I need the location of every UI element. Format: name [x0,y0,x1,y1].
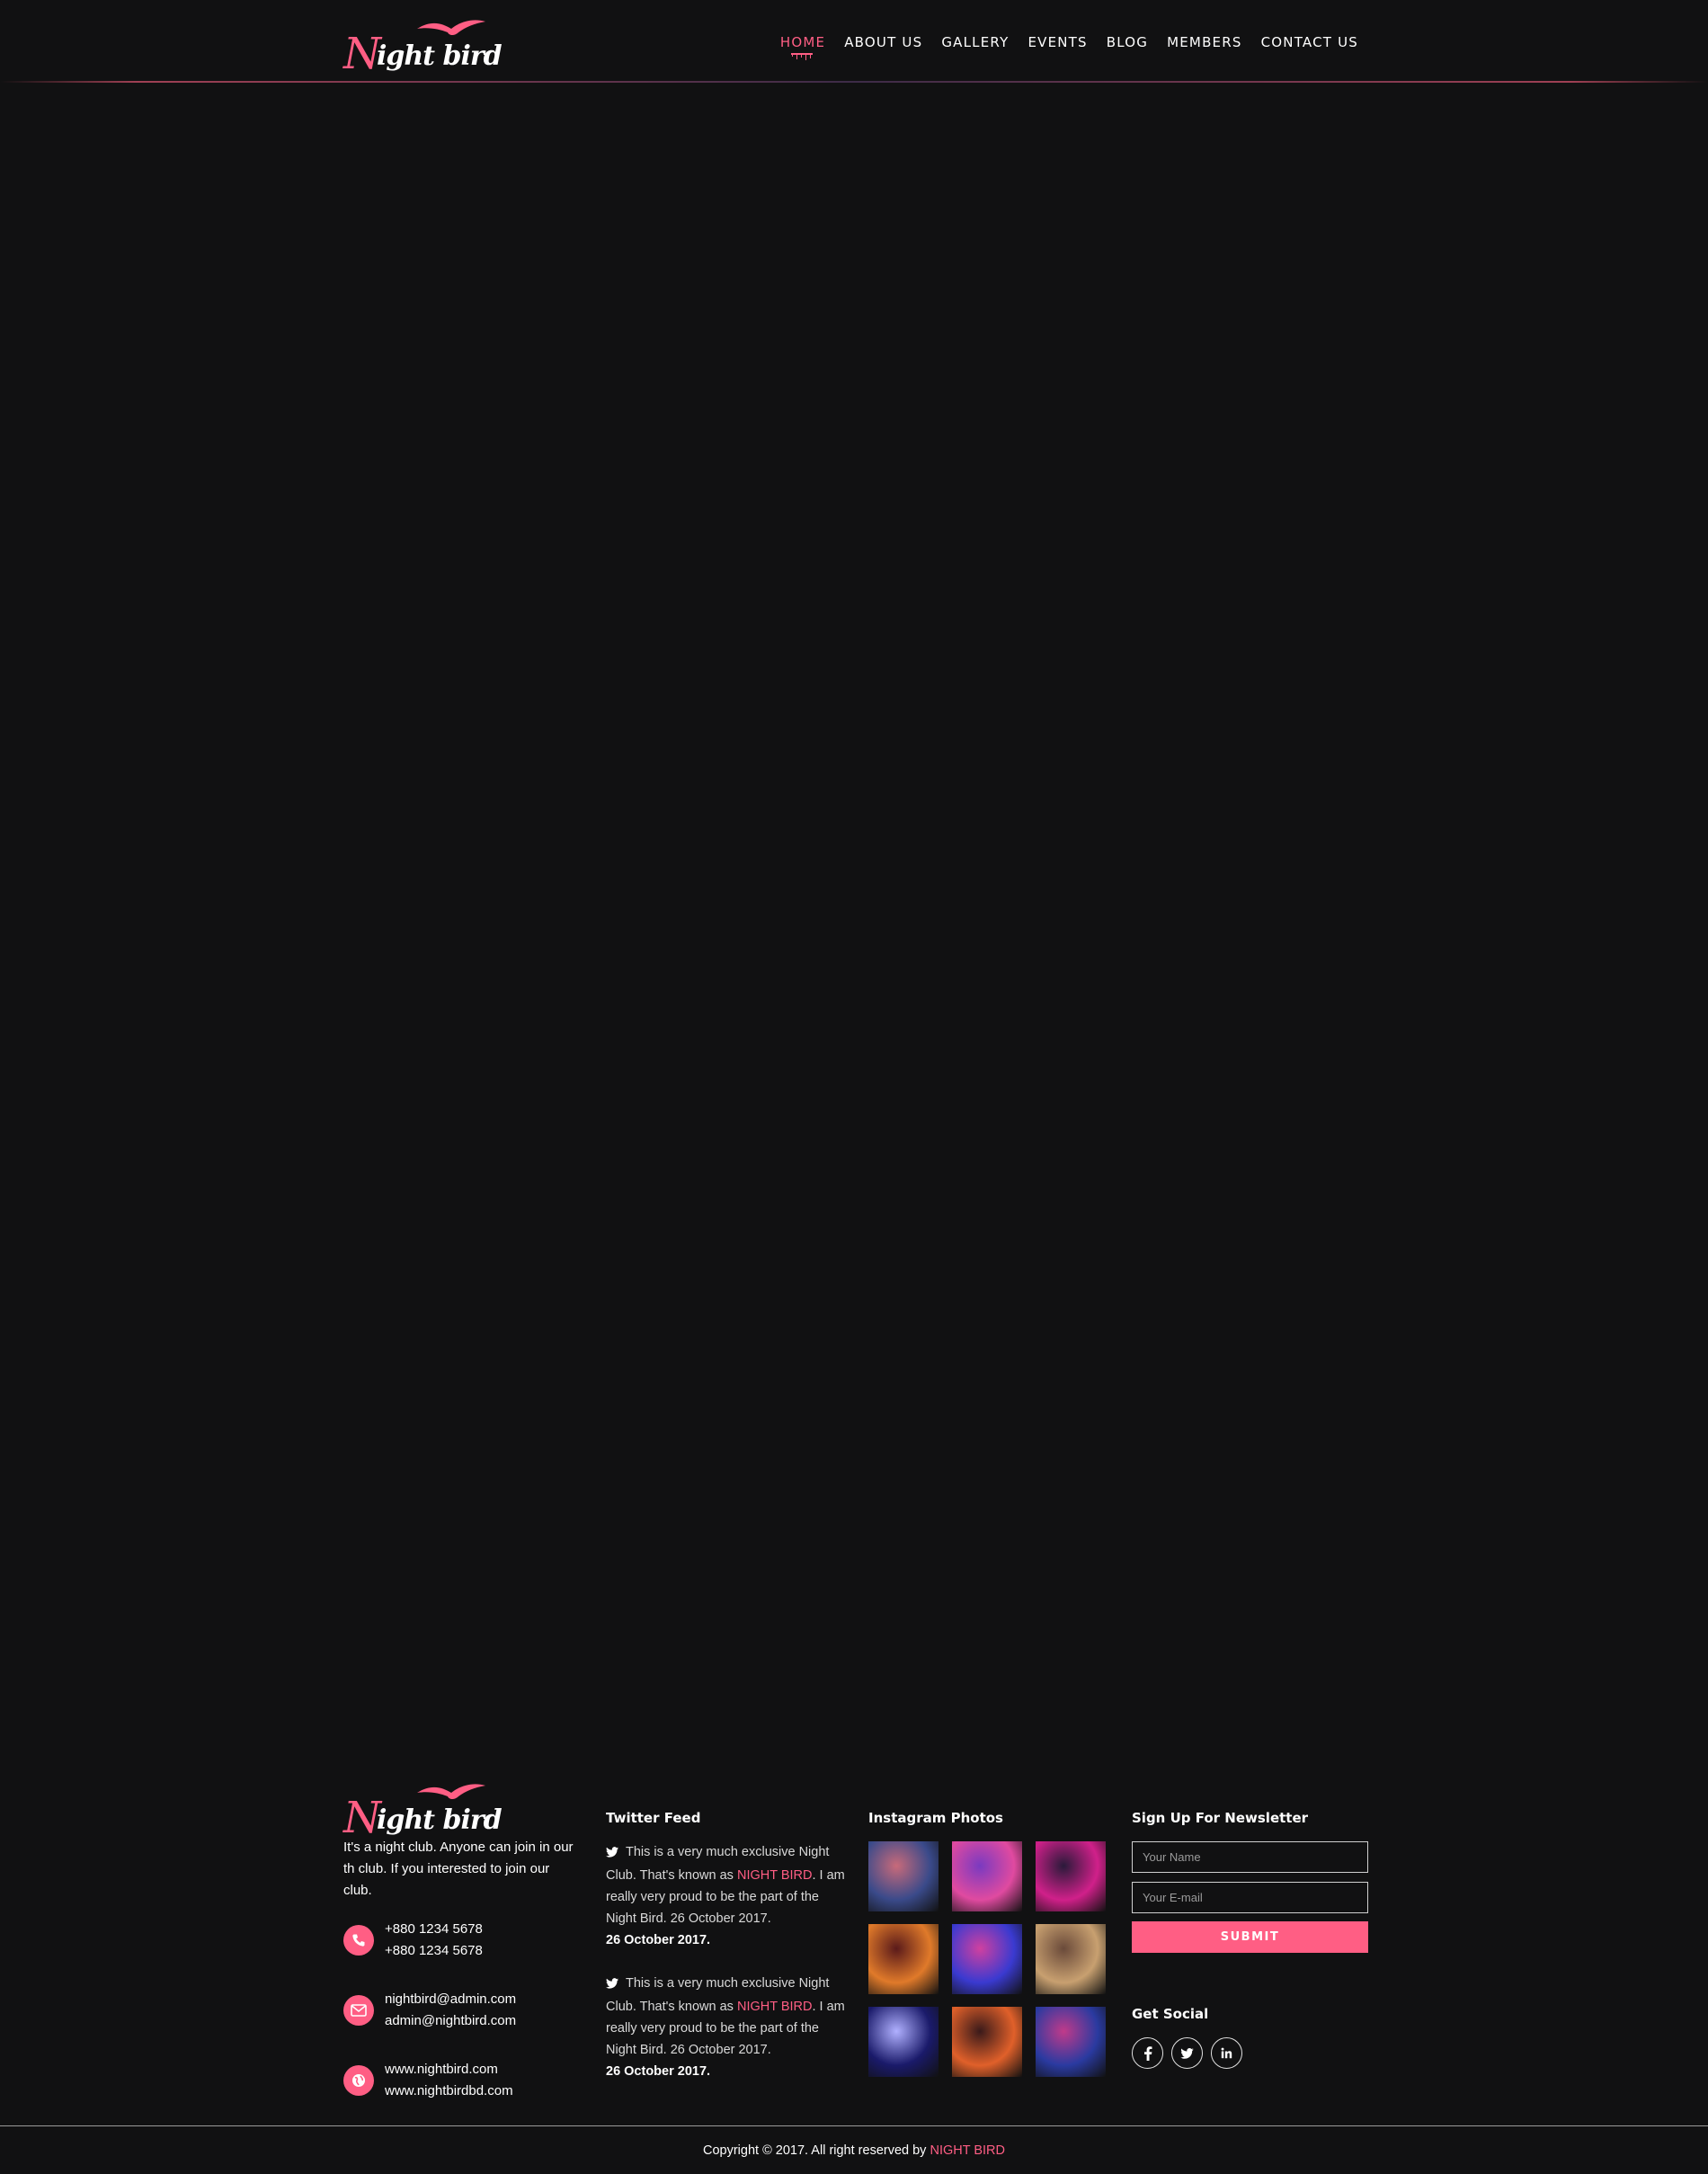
instagram-photo[interactable] [868,2007,939,2077]
nav-about-us[interactable]: ABOUT US [844,34,922,50]
instagram-photo[interactable] [868,1841,939,1911]
twitter-icon [606,1843,618,1865]
tweet-highlight: NIGHT BIRD [736,2000,813,2014]
site-logo[interactable]: Night bird [343,16,503,79]
about-description: It's a night club. Anyone can join in ou… [343,1840,574,1898]
instagram-photo[interactable] [1036,2007,1106,2077]
twitter-icon[interactable] [1171,2037,1203,2069]
nav-contact-us[interactable]: CONTACT US [1261,34,1358,50]
instagram-heading: Instagram Photos [868,1810,1003,1826]
nav-events[interactable]: EVENTS [1027,34,1087,50]
logo-wordmark: ight bird [377,40,503,72]
twitter-feed-heading: Twitter Feed [606,1810,701,1826]
active-drip-icon [790,53,813,60]
tweet-1: This is a very much exclusive Night Club… [606,1841,849,1951]
instagram-photo[interactable] [952,1841,1022,1911]
contact-email: nightbird@admin.com admin@nightbird.com [343,1989,516,2032]
main-nav: HOME ABOUT US GALLERY EVENTS BLOG MEMBER… [761,34,1358,60]
instagram-grid [868,1841,1106,2077]
newsletter-submit-button[interactable]: SUBMIT [1132,1921,1368,1953]
nav-blog[interactable]: BLOG [1107,34,1148,50]
email-address-2[interactable]: admin@nightbird.com [385,2010,516,2032]
nav-home[interactable]: HOME [780,34,825,60]
tweet-2: This is a very much exclusive Night Club… [606,1973,849,2082]
facebook-icon[interactable] [1132,2037,1163,2069]
instagram-photo[interactable] [1036,1924,1106,1994]
copyright: Copyright © 2017. All right reserved by … [702,2143,1005,2158]
site-header: Night bird HOME ABOUT US GALLERY EVENTS … [0,0,1708,83]
logo-initial: N [343,29,381,79]
instagram-photo[interactable] [868,1924,939,1994]
logo-initial: N [343,1793,381,1843]
footer-divider [0,2125,1708,2126]
logo-wordmark: ight bird [377,1804,503,1836]
phone-number-2[interactable]: +880 1234 5678 [385,1940,483,1962]
phone-icon [343,1925,374,1956]
copyright-brand-link[interactable]: NIGHT BIRD [930,2143,1005,2158]
website-1[interactable]: www.nightbird.com [385,2059,513,2080]
instagram-photo[interactable] [952,2007,1022,2077]
header-divider [0,81,1708,83]
contact-website: www.nightbird.com www.nightbirdbd.com [343,2059,513,2102]
newsletter-email-input[interactable] [1132,1882,1368,1913]
social-links [1132,2037,1250,2069]
footer-logo[interactable]: Night bird [343,1780,503,1843]
nav-gallery[interactable]: GALLERY [941,34,1009,50]
newsletter-name-input[interactable] [1132,1841,1368,1873]
nav-members[interactable]: MEMBERS [1167,34,1241,50]
envelope-icon [343,1995,374,2026]
globe-icon [343,2065,374,2096]
linkedin-icon[interactable] [1211,2037,1242,2069]
website-2[interactable]: www.nightbirdbd.com [385,2080,513,2102]
instagram-photo[interactable] [1036,1841,1106,1911]
phone-number-1[interactable]: +880 1234 5678 [385,1919,483,1940]
contact-phone: +880 1234 5678 +880 1234 5678 [343,1919,483,1962]
email-address-1[interactable]: nightbird@admin.com [385,1989,516,2010]
newsletter-heading: Sign Up For Newsletter [1132,1810,1309,1826]
tweet-highlight: NIGHT BIRD [736,1868,813,1883]
twitter-icon [606,1974,618,1996]
tweet-date: 26 October 2017. [606,2064,711,2079]
get-social-heading: Get Social [1132,2006,1209,2022]
instagram-photo[interactable] [952,1924,1022,1994]
tweet-date: 26 October 2017. [606,1933,711,1947]
